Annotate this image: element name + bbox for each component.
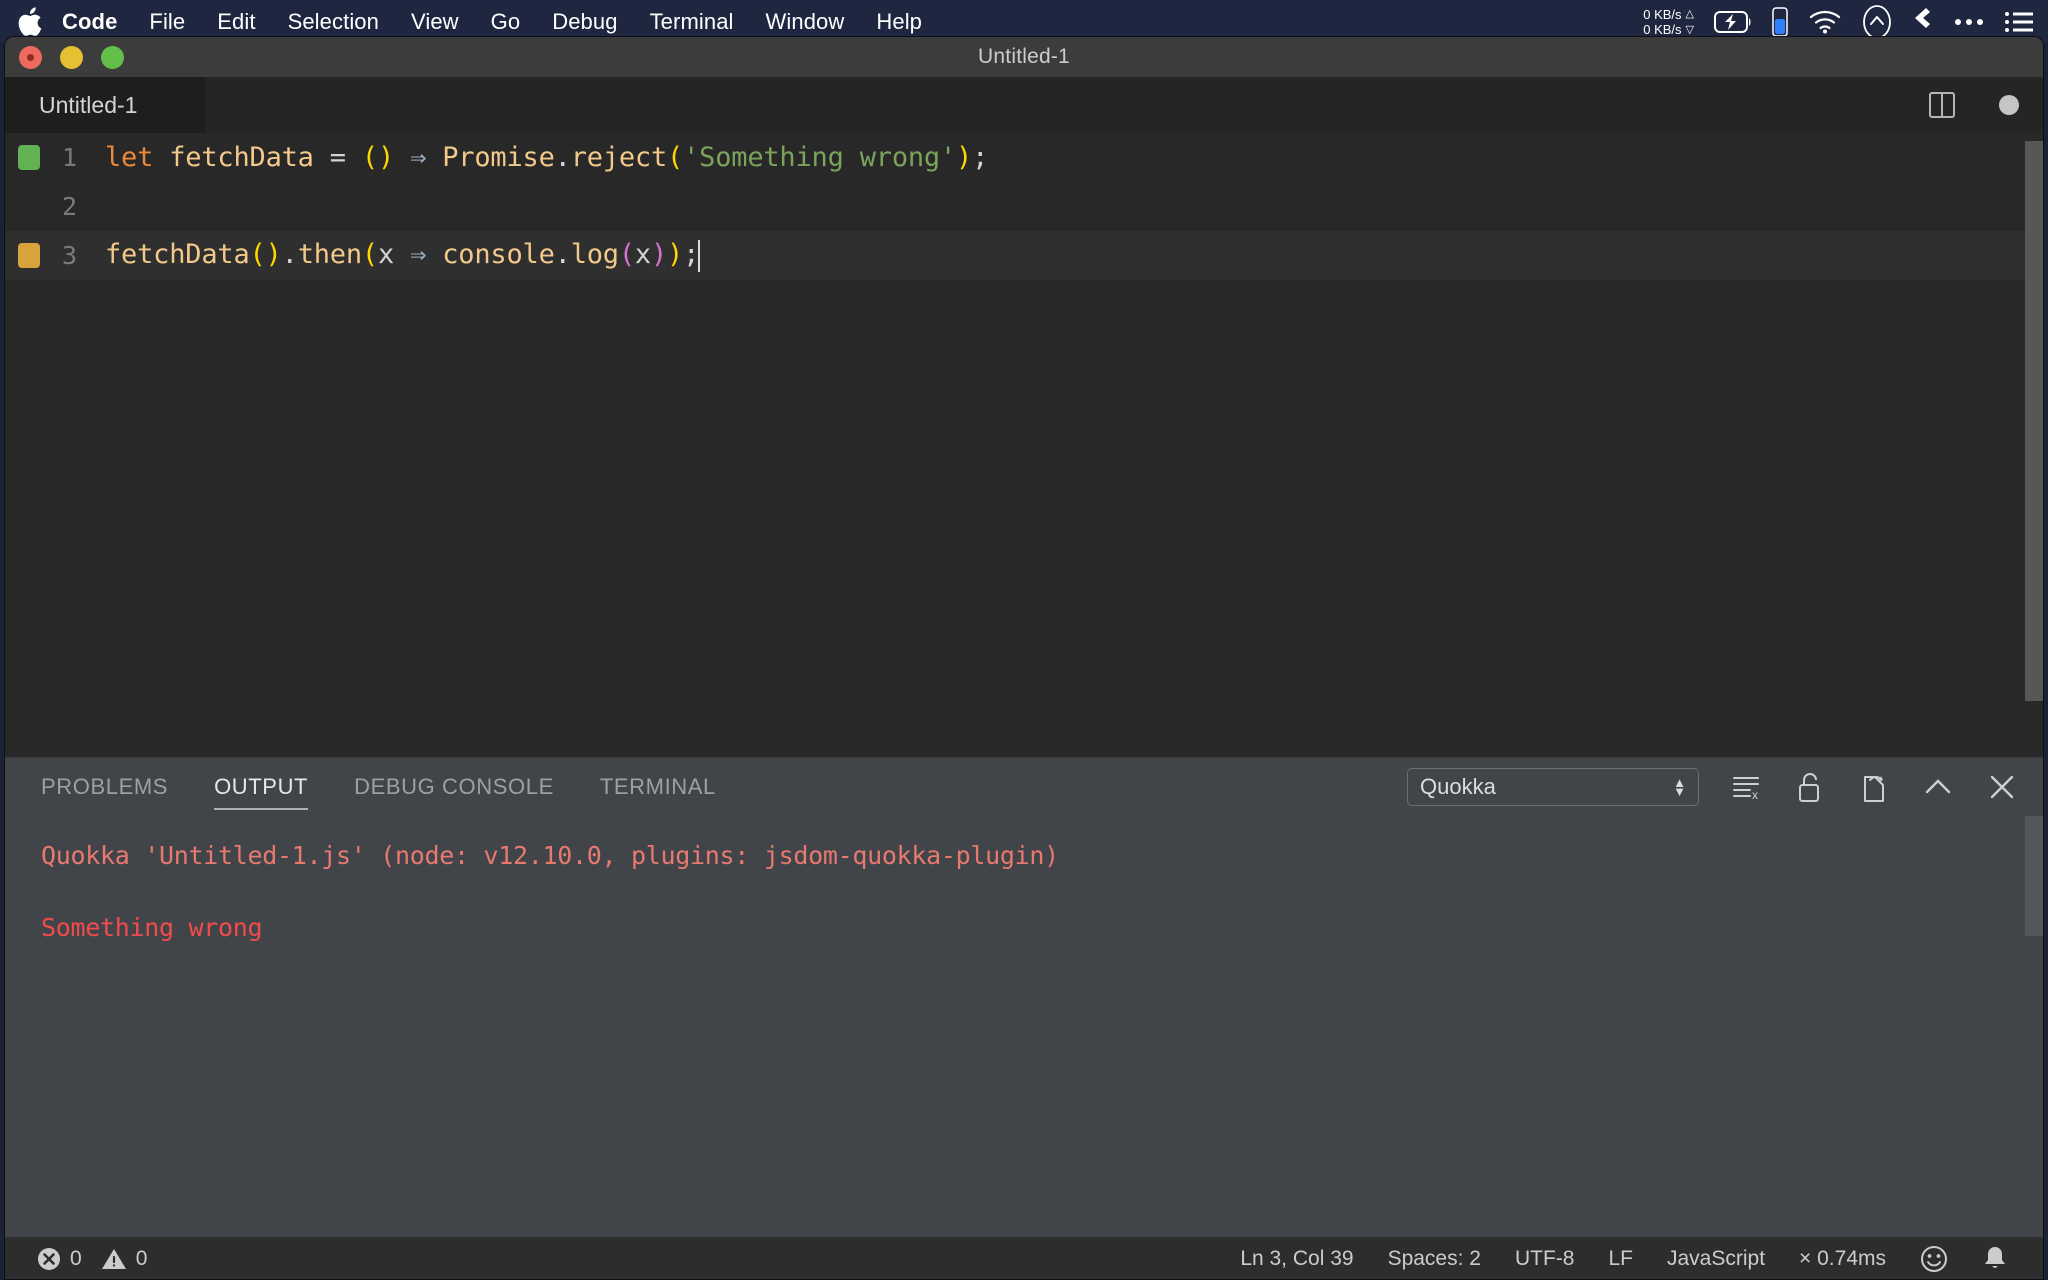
code-line-2[interactable]: 2 <box>5 182 2043 231</box>
code-editor[interactable]: 1 let fetchData = () ⇒ Promise.reject('S… <box>5 133 2043 757</box>
text-cursor <box>698 240 700 272</box>
output-line-spacer <box>41 874 2043 910</box>
maximize-window-button[interactable] <box>101 46 124 69</box>
maximize-panel-icon[interactable] <box>1921 770 1955 804</box>
editor-scrollbar-thumb[interactable] <box>2025 141 2043 701</box>
editor-tab-label: Untitled-1 <box>39 92 137 119</box>
warning-triangle-icon <box>101 1247 127 1271</box>
close-panel-icon[interactable] <box>1985 770 2019 804</box>
warning-count: 0 <box>136 1247 148 1271</box>
error-count: 0 <box>70 1247 82 1271</box>
editor-tab-actions <box>1929 77 2019 133</box>
list-menu-icon[interactable] <box>2004 10 2034 34</box>
battery-charging-icon[interactable] <box>1714 11 1752 33</box>
cursor-position[interactable]: Ln 3, Col 39 <box>1223 1247 1370 1271</box>
line-ending[interactable]: LF <box>1591 1247 1650 1271</box>
quokka-run-time[interactable]: × 0.74ms <box>1782 1247 1903 1271</box>
panel-tab-terminal[interactable]: TERMINAL <box>600 758 740 816</box>
network-upload-rate: 0 KB/s <box>1643 7 1681 22</box>
output-content[interactable]: Quokka 'Untitled-1.js' (node: v12.10.0, … <box>5 816 2043 1237</box>
quokka-marker-green-line-1 <box>18 145 40 170</box>
editor-vertical-scrollbar[interactable] <box>2025 133 2043 757</box>
control-center-icon[interactable] <box>1862 5 1892 39</box>
battery-level-icon[interactable] <box>1772 7 1788 37</box>
status-bar-left: 0 0 <box>5 1247 155 1271</box>
panel-tab-bar: PROBLEMS OUTPUT DEBUG CONSOLE TERMINAL Q… <box>5 758 2043 816</box>
wifi-icon[interactable] <box>1808 10 1842 34</box>
error-circle-icon <box>37 1247 61 1271</box>
download-arrow-icon: ▽ <box>1686 23 1694 37</box>
encoding[interactable]: UTF-8 <box>1498 1247 1592 1271</box>
svg-text:x: x <box>1752 788 1758 800</box>
smiley-icon[interactable] <box>1903 1245 1965 1273</box>
status-bar: 0 0 Ln 3, Col 39 Spaces: 2 UTF-8 <box>5 1237 2043 1280</box>
network-download-rate: 0 KB/s <box>1643 22 1681 37</box>
clear-output-icon[interactable]: x <box>1729 770 1763 804</box>
vscode-window: Untitled-1 Untitled-1 1 let fetchData = … <box>4 36 2044 1280</box>
output-line-header: Quokka 'Untitled-1.js' (node: v12.10.0, … <box>41 838 2043 874</box>
code-line-1-content: let fetchData = () ⇒ Promise.reject('Som… <box>105 142 988 173</box>
panel-tab-output[interactable]: OUTPUT <box>214 758 332 816</box>
status-problems[interactable]: 0 0 <box>29 1247 155 1271</box>
more-icon[interactable] <box>1954 17 1984 27</box>
panel-tab-debug-console[interactable]: DEBUG CONSOLE <box>354 758 578 816</box>
code-line-3-content: fetchData().then(x ⇒ console.log(x)); <box>105 239 700 272</box>
dropbox-icon[interactable] <box>1912 7 1934 37</box>
output-channel-select[interactable]: Quokka ▲▼ <box>1407 768 1699 806</box>
quokka-marker-amber-line-3 <box>18 243 40 268</box>
status-bar-right: Ln 3, Col 39 Spaces: 2 UTF-8 LF JavaScri… <box>1223 1237 2025 1280</box>
network-speed-indicator[interactable]: 0 KB/s 0 KB/s △ ▽ <box>1643 7 1694 37</box>
select-stepper-icon: ▲▼ <box>1673 778 1686 796</box>
editor-tab-bar: Untitled-1 <box>5 77 2043 133</box>
output-channel-value: Quokka <box>1420 774 1496 800</box>
unsaved-dot-icon[interactable] <box>1999 95 2019 115</box>
open-in-editor-icon[interactable] <box>1857 770 1891 804</box>
apple-logo-icon[interactable] <box>0 7 46 37</box>
line-number-2: 2 <box>5 192 105 221</box>
output-line-error: Something wrong <box>41 910 2043 946</box>
language-mode[interactable]: JavaScript <box>1650 1247 1782 1271</box>
traffic-lights <box>19 37 124 77</box>
upload-arrow-icon: △ <box>1686 7 1694 21</box>
bell-icon[interactable] <box>1965 1245 2025 1273</box>
code-line-1[interactable]: 1 let fetchData = () ⇒ Promise.reject('S… <box>5 133 2043 182</box>
window-title: Untitled-1 <box>978 45 1070 69</box>
editor-tab-untitled-1[interactable]: Untitled-1 <box>5 77 205 133</box>
panel-actions: Quokka ▲▼ x <box>1407 758 2019 816</box>
panel-scrollbar-thumb[interactable] <box>2025 816 2043 936</box>
screen: Code File Edit Selection View Go Debug T… <box>0 0 2048 1280</box>
unlock-scroll-icon[interactable] <box>1793 770 1827 804</box>
code-line-3[interactable]: 3 fetchData().then(x ⇒ console.log(x)); <box>5 231 2043 280</box>
window-title-bar: Untitled-1 <box>5 37 2043 77</box>
close-window-button[interactable] <box>19 46 42 69</box>
bottom-panel: PROBLEMS OUTPUT DEBUG CONSOLE TERMINAL Q… <box>5 757 2043 1237</box>
split-editor-icon[interactable] <box>1929 92 1955 118</box>
panel-tab-problems[interactable]: PROBLEMS <box>41 758 192 816</box>
indentation[interactable]: Spaces: 2 <box>1371 1247 1498 1271</box>
minimize-window-button[interactable] <box>60 46 83 69</box>
